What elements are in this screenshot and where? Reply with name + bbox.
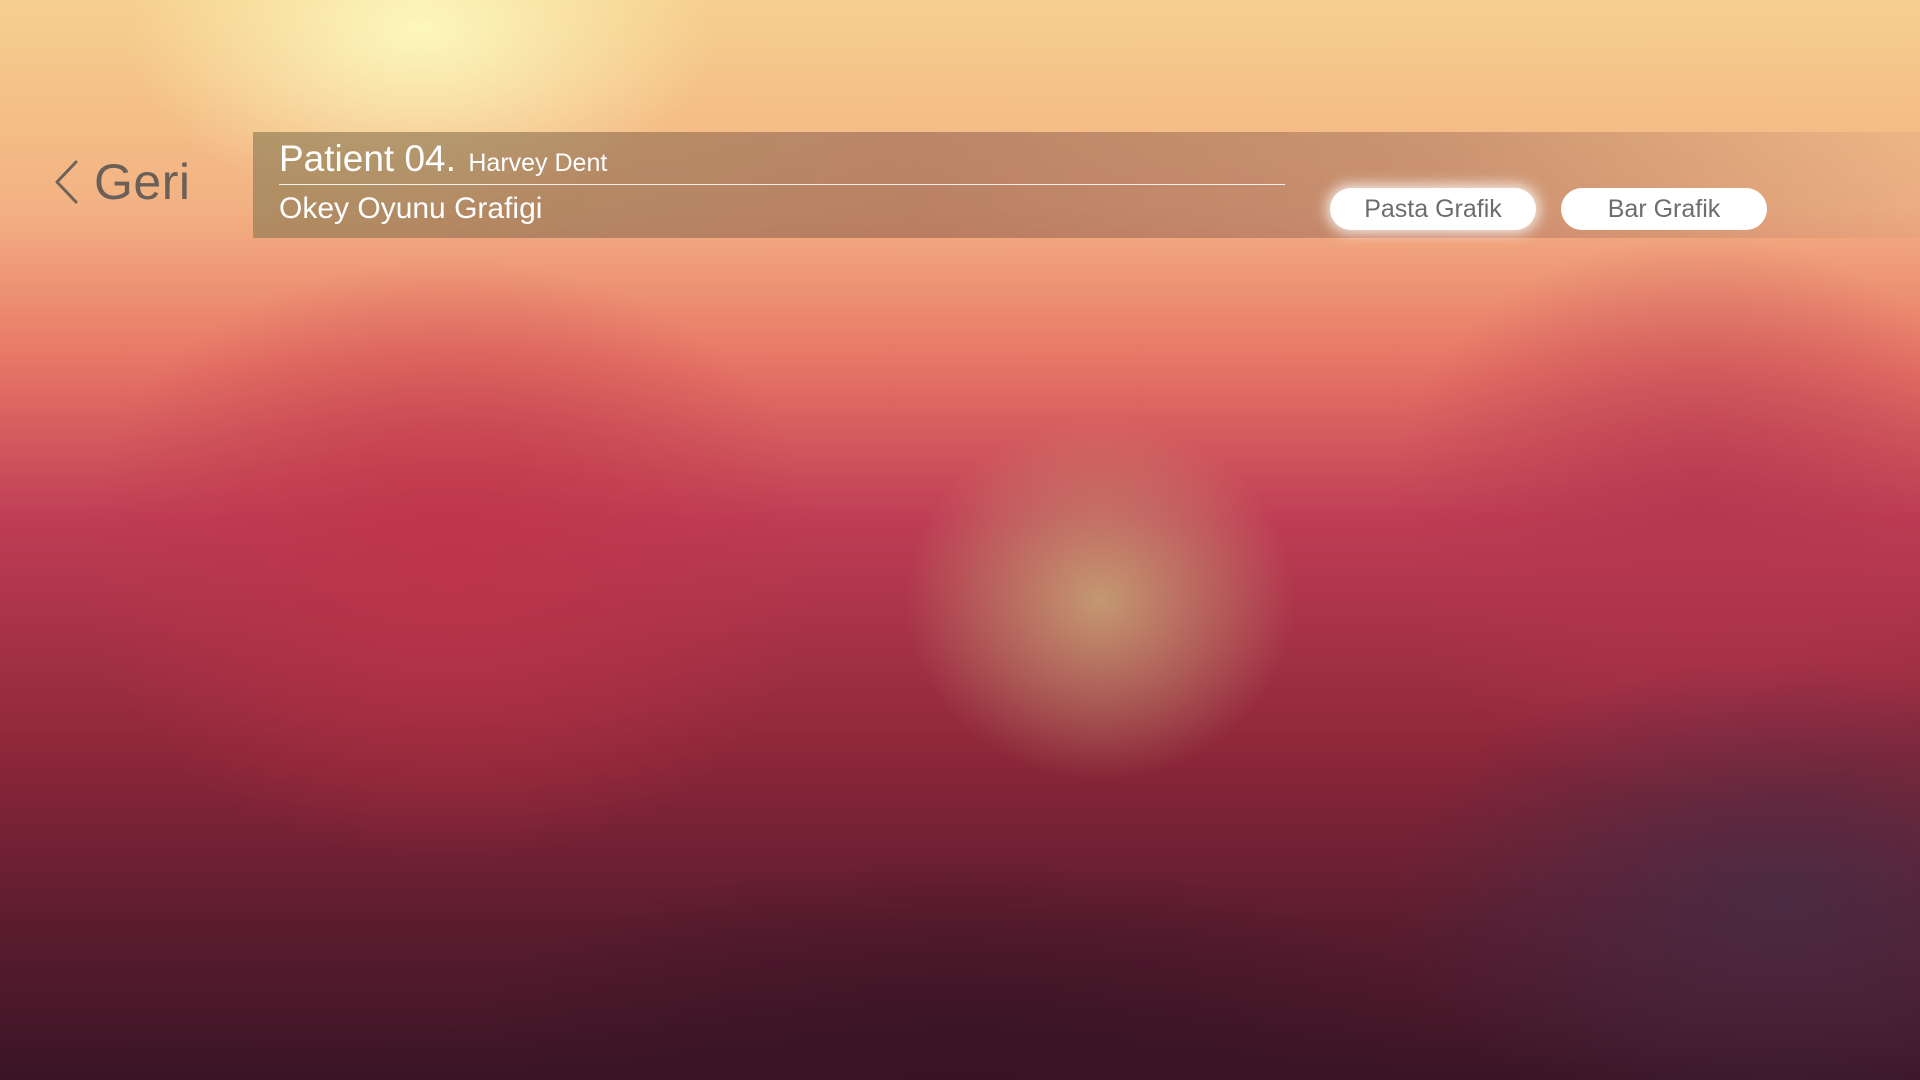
page-title: Patient 04. Harvey Dent bbox=[279, 138, 607, 180]
page-subtitle: Okey Oyunu Grafigi bbox=[279, 192, 543, 225]
title-divider bbox=[279, 184, 1285, 185]
chevron-left-icon bbox=[52, 159, 80, 205]
back-label: Geri bbox=[94, 154, 191, 210]
pie-chart-button[interactable]: Pasta Grafik bbox=[1330, 188, 1536, 230]
bar-chart-button[interactable]: Bar Grafik bbox=[1561, 188, 1767, 230]
patient-id: Patient 04. bbox=[279, 138, 456, 179]
patient-name: Harvey Dent bbox=[468, 149, 608, 177]
back-button[interactable]: Geri bbox=[52, 152, 190, 212]
